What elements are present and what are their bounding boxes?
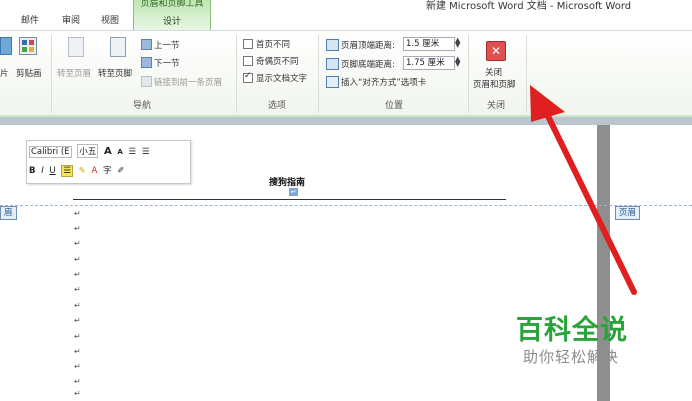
watermark-title: 百科全说: [516, 315, 628, 346]
watermark-subtitle: 助你轻松解决: [523, 348, 620, 366]
